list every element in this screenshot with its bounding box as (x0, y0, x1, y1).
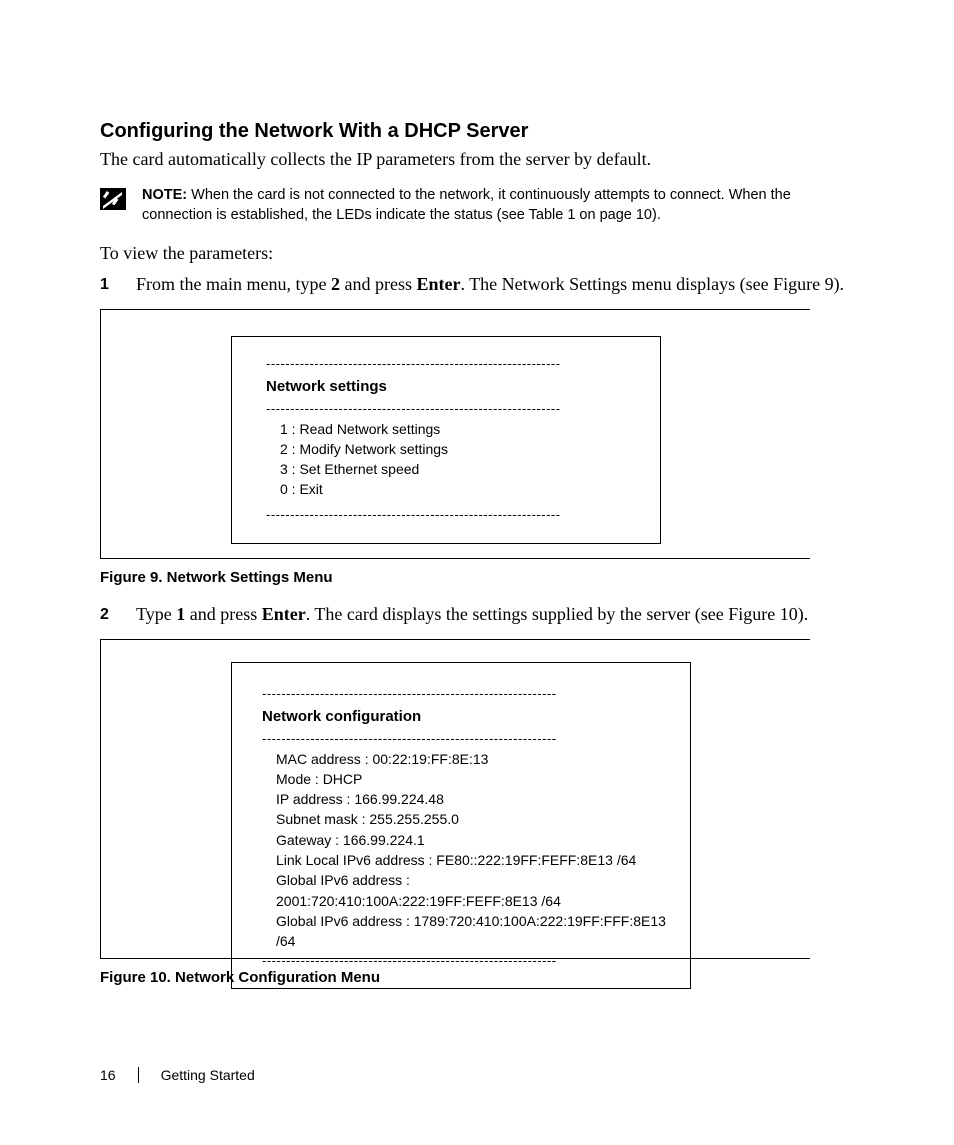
divider-line: ----------------------------------------… (262, 952, 668, 971)
figure-10-frame: ----------------------------------------… (100, 639, 810, 959)
divider-line: ----------------------------------------… (266, 400, 630, 419)
menu-item: 3 : Set Ethernet speed (280, 459, 630, 479)
step-number: 2 (100, 604, 114, 625)
figure-9-caption: Figure 9. Network Settings Menu (100, 569, 859, 586)
document-page: Configuring the Network With a DHCP Serv… (0, 0, 954, 1145)
step-text: and press (185, 604, 261, 624)
step-number: 1 (100, 274, 114, 295)
figure-9-frame: ----------------------------------------… (100, 309, 810, 559)
menu-heading: Network settings (266, 376, 630, 398)
menu-item: 2 : Modify Network settings (280, 439, 630, 459)
config-line: Global IPv6 address : 2001:720:410:100A:… (276, 870, 668, 911)
divider-line: ----------------------------------------… (266, 506, 630, 525)
divider-line: ----------------------------------------… (266, 355, 630, 374)
divider-line: ----------------------------------------… (262, 730, 668, 749)
page-number: 16 (100, 1067, 116, 1083)
figure-9-box: ----------------------------------------… (231, 336, 661, 543)
config-line: Subnet mask : 255.255.255.0 (276, 809, 668, 829)
menu-items: 1 : Read Network settings 2 : Modify Net… (266, 419, 630, 500)
note-icon (100, 188, 126, 215)
menu-item: 0 : Exit (280, 479, 630, 499)
step-text: and press (340, 274, 416, 294)
step-text: From the main menu, type (136, 274, 331, 294)
menu-item: 1 : Read Network settings (280, 419, 630, 439)
footer-section: Getting Started (161, 1067, 255, 1083)
intro-paragraph: The card automatically collects the IP p… (100, 149, 859, 170)
step-body: Type 1 and press Enter. The card display… (136, 604, 808, 625)
note-body: When the card is not connected to the ne… (142, 187, 791, 223)
view-params-text: To view the parameters: (100, 243, 859, 264)
step-text: . The card displays the settings supplie… (306, 604, 809, 624)
step-keypress: 1 (176, 604, 185, 624)
note-block: NOTE: When the card is not connected to … (100, 186, 859, 225)
note-text: NOTE: When the card is not connected to … (142, 186, 859, 225)
step-text: . The Network Settings menu displays (se… (460, 274, 844, 294)
config-line: IP address : 166.99.224.48 (276, 789, 668, 809)
config-line: Global IPv6 address : 1789:720:410:100A:… (276, 911, 668, 952)
divider-line: ----------------------------------------… (262, 685, 668, 704)
config-line: Link Local IPv6 address : FE80::222:19FF… (276, 850, 668, 870)
footer-divider (138, 1067, 139, 1083)
config-line: Gateway : 166.99.224.1 (276, 830, 668, 850)
menu-heading: Network configuration (262, 706, 668, 728)
section-heading: Configuring the Network With a DHCP Serv… (100, 120, 859, 143)
config-line: Mode : DHCP (276, 769, 668, 789)
step-2: 2 Type 1 and press Enter. The card displ… (100, 604, 859, 625)
menu-items: MAC address : 00:22:19:FF:8E:13 Mode : D… (262, 749, 668, 952)
figure-10-box: ----------------------------------------… (231, 662, 691, 989)
step-keypress: 2 (331, 274, 340, 294)
step-keypress: Enter (416, 274, 460, 294)
step-text: Type (136, 604, 176, 624)
config-line: MAC address : 00:22:19:FF:8E:13 (276, 749, 668, 769)
figure-10-caption: Figure 10. Network Configuration Menu (100, 969, 859, 986)
step-1: 1 From the main menu, type 2 and press E… (100, 274, 859, 295)
step-keypress: Enter (262, 604, 306, 624)
note-label: NOTE: (142, 187, 187, 203)
step-body: From the main menu, type 2 and press Ent… (136, 274, 844, 295)
page-footer: 16 Getting Started (100, 1067, 255, 1083)
